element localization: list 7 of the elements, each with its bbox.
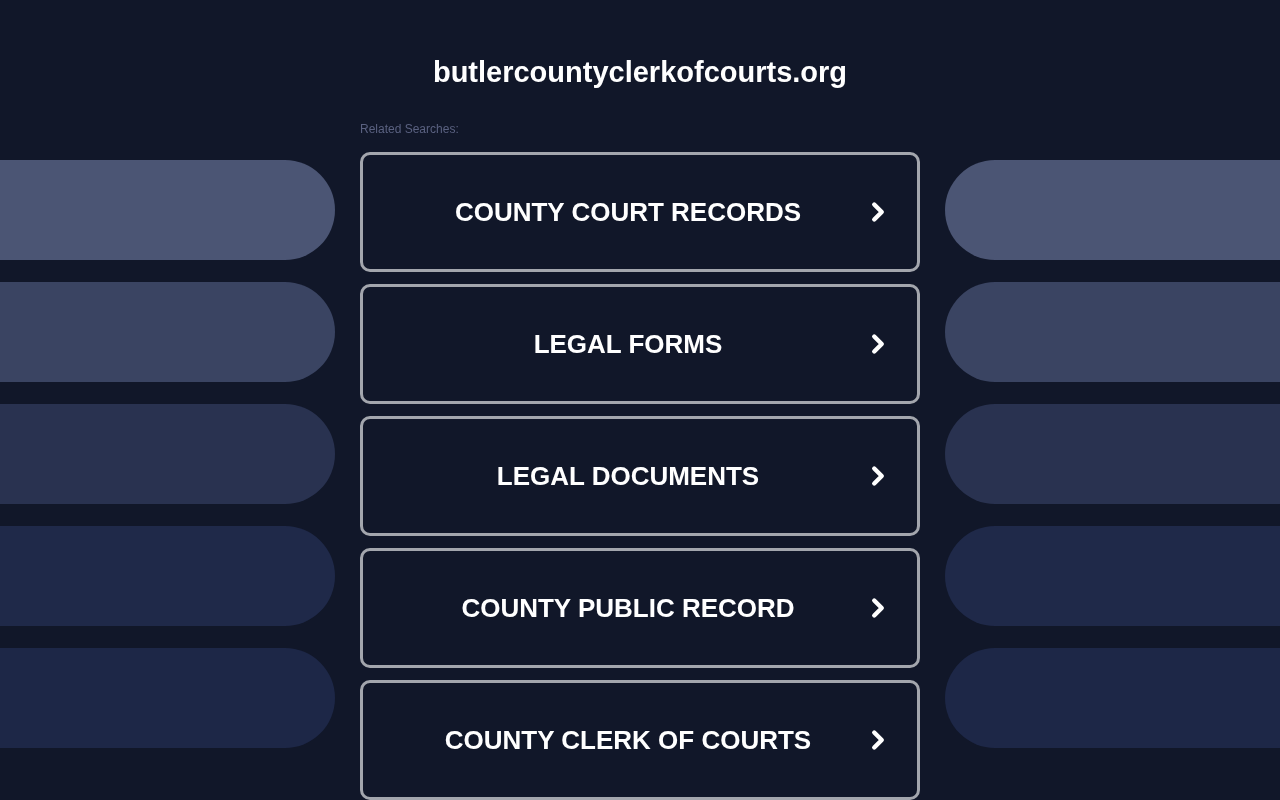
related-searches-label: Related Searches:	[360, 121, 459, 138]
related-search-link[interactable]: LEGAL DOCUMENTS	[360, 416, 920, 536]
related-search-link[interactable]: COUNTY PUBLIC RECORD	[360, 548, 920, 668]
related-search-link[interactable]: COUNTY CLERK OF COURTS	[360, 680, 920, 800]
site-title: butlercountyclerkofcourts.org	[432, 58, 848, 87]
related-search-link[interactable]: COUNTY COURT RECORDS	[360, 152, 920, 272]
related-search-link[interactable]: LEGAL FORMS	[360, 284, 920, 404]
